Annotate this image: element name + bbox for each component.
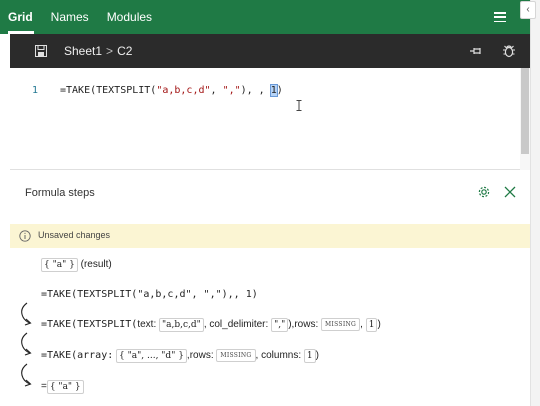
step-mid: ),rows: xyxy=(288,319,319,330)
step-suffix: ) xyxy=(315,350,319,361)
arg-value-columns[interactable]: 1 xyxy=(303,349,316,363)
arg-value-array[interactable]: { "a", ..., "d" } xyxy=(116,349,187,363)
text-cursor-icon xyxy=(296,100,302,111)
step-mid: ,rows: xyxy=(186,350,214,361)
arg-label-col-delimiter: col_delimiter: xyxy=(209,319,269,330)
save-icon[interactable] xyxy=(35,45,47,57)
missing-badge: MISSING xyxy=(321,318,361,331)
collapse-panel-button[interactable]: ‹ xyxy=(520,1,536,19)
step-arrow-icon xyxy=(21,332,32,356)
formula-suffix: ) xyxy=(276,85,283,96)
step-prefix: =TAKE(TEXTSPLIT( xyxy=(41,319,138,330)
breadcrumb: Sheet1 > C2 xyxy=(64,44,132,58)
step-prefix: =TAKE(array: xyxy=(41,350,114,361)
step-formula[interactable]: =TAKE(TEXTSPLIT("a,b,c,d", ","),, 1) xyxy=(41,289,258,300)
formula-editor[interactable]: 1 =TAKE(TEXTSPLIT("a,b,c,d", ","), , 1) xyxy=(10,68,520,170)
breadcrumb-sheet[interactable]: Sheet1 xyxy=(64,44,102,58)
info-icon xyxy=(19,230,31,242)
bug-icon[interactable] xyxy=(502,43,516,58)
formula-text[interactable]: =TAKE(TEXTSPLIT("a,b,c,d", ","), , 1) xyxy=(60,84,283,97)
tab-modules[interactable]: Modules xyxy=(98,0,161,34)
scrollbar-thumb[interactable] xyxy=(521,68,529,154)
close-icon[interactable] xyxy=(504,186,516,198)
formula-after: ), , xyxy=(240,85,271,96)
arg-value-text[interactable]: "a,b,c,d" xyxy=(159,318,204,332)
arg-label-columns: columns: xyxy=(261,350,302,361)
step-suffix: ) xyxy=(377,319,381,330)
top-nav-bar: Grid Names Modules xyxy=(0,0,530,34)
tab-grid[interactable]: Grid xyxy=(0,0,42,34)
step-result: { "a" } (result) xyxy=(41,258,112,272)
formula-string-delimiter: "," xyxy=(222,85,241,96)
breadcrumb-separator: > xyxy=(106,44,114,58)
panel-title: Formula steps xyxy=(25,187,95,199)
breadcrumb-cell: C2 xyxy=(117,44,133,58)
formula-mid: , xyxy=(210,85,223,96)
gear-icon[interactable] xyxy=(477,185,491,199)
step-take-args: =TAKE(array: { "a", ..., "d" } ,rows: MIS… xyxy=(41,349,319,363)
tab-names[interactable]: Names xyxy=(42,0,98,34)
line-number: 1 xyxy=(32,85,39,96)
step-arrow-icon xyxy=(21,363,32,387)
pin-icon[interactable] xyxy=(469,45,483,57)
step-arrow-icon xyxy=(21,302,32,326)
unsaved-changes-banner: Unsaved changes xyxy=(10,224,530,248)
warning-text: Unsaved changes xyxy=(38,230,111,240)
editor-scrollbar[interactable] xyxy=(520,68,530,170)
step-final-result: ={ "a" } xyxy=(41,380,84,394)
step-textsplit-args: =TAKE(TEXTSPLIT(text: "a,b,c,d", col_del… xyxy=(41,318,381,332)
arg-value-columns[interactable]: 1 xyxy=(365,318,378,332)
breadcrumb-bar: Sheet1 > C2 xyxy=(10,34,530,68)
formula-string-text: "a,b,c,d" xyxy=(156,85,211,96)
arg-label-text: text: xyxy=(137,319,157,330)
hamburger-icon[interactable] xyxy=(494,12,506,22)
step-prefix: = xyxy=(41,381,47,392)
formula-steps-header: Formula steps xyxy=(10,176,530,210)
formula-prefix: =TAKE(TEXTSPLIT( xyxy=(60,85,157,96)
result-bubble[interactable]: { "a" } xyxy=(46,380,84,394)
arg-value-col-delimiter[interactable]: "," xyxy=(271,318,289,332)
result-label: (result) xyxy=(80,259,112,270)
side-panel-edge xyxy=(530,0,540,406)
missing-badge: MISSING xyxy=(216,349,256,362)
result-bubble[interactable]: { "a" } xyxy=(41,258,78,272)
